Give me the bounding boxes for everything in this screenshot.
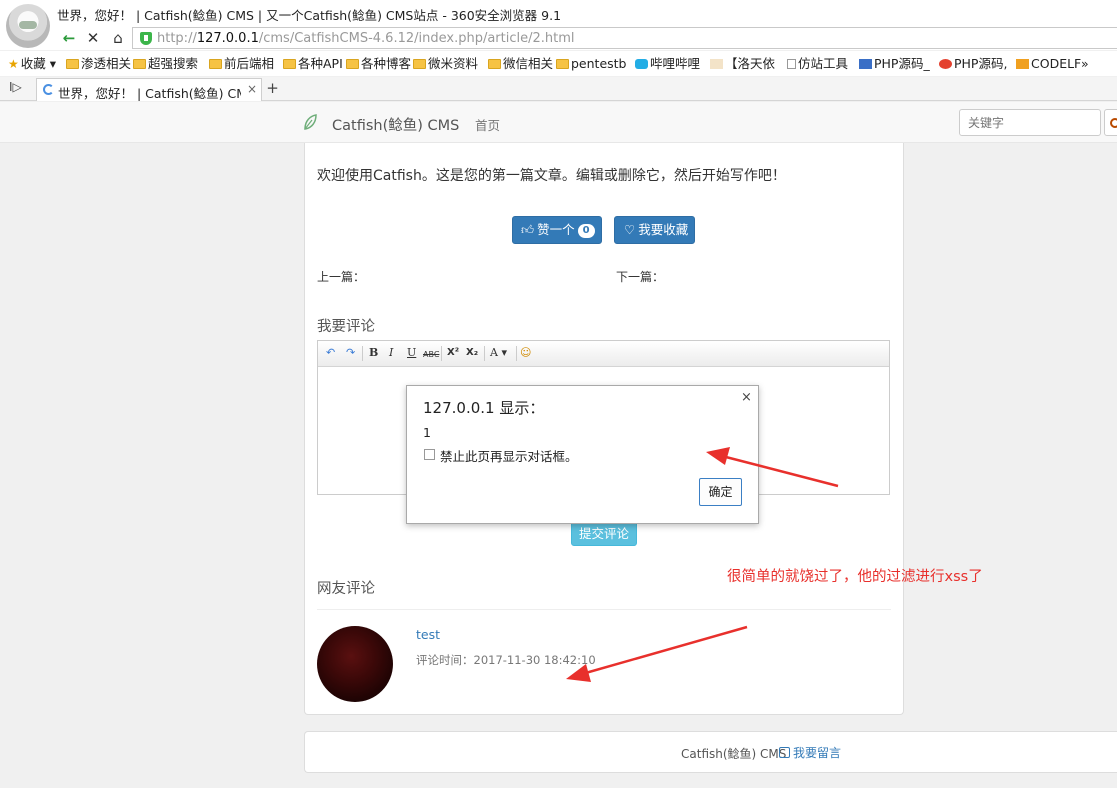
editor-toolbar: ↶ ↷ B I U ABC X² X₂ A ▾ ☺: [318, 341, 889, 367]
tab-active[interactable]: 世界，您好！ | Catfish(鲶鱼) CMS ×: [36, 78, 262, 101]
like-count-badge: 0: [577, 224, 595, 238]
underline-button[interactable]: U: [407, 346, 416, 360]
back-button[interactable]: ←: [58, 28, 80, 48]
strikethrough-button[interactable]: ABC: [423, 348, 439, 362]
nav-home-link[interactable]: 首页: [475, 115, 500, 134]
bookmark-item[interactable]: 各种API: [283, 55, 343, 72]
leave-message-link[interactable]: 我要留言: [779, 744, 841, 761]
font-color-button[interactable]: A ▾: [490, 346, 507, 360]
thumbs-up-icon: 👍︎: [521, 222, 535, 237]
next-article-label: 下一篇：: [616, 270, 665, 284]
bookmark-item[interactable]: PHP源码,: [939, 55, 1007, 72]
window-title: 世界，您好！ | Catfish(鲶鱼) CMS | 又一个Catfish(鲶鱼…: [57, 8, 562, 23]
site-brand-link[interactable]: Catfish(鲶鱼) CMS: [332, 114, 459, 135]
comment-timestamp: 评论时间：2017-11-30 18:42:10: [416, 653, 596, 667]
ok-button[interactable]: 确定: [699, 478, 742, 506]
superscript-button[interactable]: X²: [447, 346, 459, 360]
url-text[interactable]: http://127.0.0.1/cms/CatfishCMS-4.6.12/i…: [157, 31, 575, 46]
shield-icon: [140, 32, 152, 45]
article-body: 欢迎使用Catfish。这是您的第一篇文章。编辑或删除它，然后开始写作吧！: [317, 168, 786, 184]
redo-icon[interactable]: ↷: [346, 346, 355, 360]
italic-button[interactable]: I: [389, 346, 393, 360]
folder-icon: [488, 59, 501, 69]
submit-comment-button[interactable]: 提交评论: [571, 521, 637, 546]
favorite-button[interactable]: ♡ 我要收藏: [614, 216, 695, 244]
alert-message: 1: [423, 425, 431, 440]
folder-icon: [413, 59, 426, 69]
bookmark-item[interactable]: pentestb: [556, 55, 627, 72]
tab-close-button[interactable]: ×: [247, 82, 257, 96]
bookmark-item[interactable]: 渗透相关: [66, 55, 131, 72]
bookmark-item[interactable]: 微米资料: [413, 55, 478, 72]
suppress-dialogs-label[interactable]: 禁止此页再显示对话框。: [440, 446, 578, 465]
divider: [317, 609, 891, 610]
page-icon: [710, 59, 723, 69]
new-tab-button[interactable]: +: [264, 79, 281, 98]
bookmark-item[interactable]: 前后端相: [209, 55, 274, 72]
page-icon: [787, 59, 796, 69]
toolbar-divider: [441, 346, 442, 361]
bookmark-item[interactable]: 超强搜索: [133, 55, 198, 72]
bookmark-item[interactable]: 【洛天依: [710, 55, 775, 72]
close-icon[interactable]: ×: [741, 390, 752, 405]
bold-button[interactable]: B: [369, 346, 378, 360]
codelf-icon: [1016, 59, 1029, 69]
undo-icon[interactable]: ↶: [326, 346, 335, 360]
search-input[interactable]: [959, 109, 1101, 136]
heart-icon: ♡: [624, 222, 636, 237]
folder-icon: [556, 59, 569, 69]
leaf-icon: [304, 114, 317, 130]
folder-icon: [66, 59, 79, 69]
search-button[interactable]: [1104, 109, 1117, 136]
bookmark-item[interactable]: PHP源码_: [859, 55, 930, 72]
site-navbar: Catfish(鲶鱼) CMS 首页: [0, 102, 1117, 143]
toolbar-divider: [484, 346, 485, 361]
edit-icon: [779, 747, 790, 758]
like-button[interactable]: 👍︎ 赞一个 0: [512, 216, 602, 244]
avatar: [317, 626, 393, 702]
browser-user-avatar[interactable]: [6, 4, 50, 48]
stop-button[interactable]: ✕: [82, 28, 104, 48]
bookmark-item[interactable]: 仿站工具: [787, 55, 848, 72]
url-input[interactable]: http://127.0.0.1/cms/CatfishCMS-4.6.12/i…: [132, 27, 1117, 49]
tab-title: 世界，您好！ | Catfish(鲶鱼) CMS: [58, 86, 241, 101]
home-button[interactable]: ⌂: [107, 28, 129, 48]
folder-icon: [209, 59, 222, 69]
tab-strip: I▷ 世界，您好！ | Catfish(鲶鱼) CMS × +: [0, 77, 1117, 101]
suppress-dialogs-checkbox[interactable]: [424, 449, 435, 460]
toolbar-divider: [362, 346, 363, 361]
php-icon: [859, 59, 872, 69]
comments-heading: 网友评论: [317, 581, 375, 597]
alert-dialog: 127.0.0.1 显示： × 1 禁止此页再显示对话框。 确定: [406, 385, 759, 524]
address-bar: ← ✕ ⌂ http://127.0.0.1/cms/CatfishCMS-4.…: [0, 26, 1117, 50]
folder-icon: [133, 59, 146, 69]
bookmark-item[interactable]: 各种博客: [346, 55, 411, 72]
folder-icon: [346, 59, 359, 69]
php-icon: [939, 59, 952, 69]
folder-icon: [283, 59, 296, 69]
bookmarks-bar: ★ 收藏 ▾ 渗透相关 超强搜索 前后端相 各种API 各种博客 微米资料 微信相…: [0, 51, 1117, 76]
toolbar-divider: [516, 346, 517, 361]
footer-brand: Catfish(鲶鱼) CMS: [681, 747, 787, 761]
alert-title: 127.0.0.1 显示：: [423, 399, 545, 417]
bookmark-item[interactable]: 微信相关: [488, 55, 553, 72]
commenter-name-link[interactable]: test: [416, 627, 440, 642]
prev-article-label: 上一篇：: [317, 270, 366, 284]
window-titlebar: 世界，您好！ | Catfish(鲶鱼) CMS | 又一个Catfish(鲶鱼…: [0, 0, 1117, 26]
bookmark-item[interactable]: CODELF: [1016, 55, 1081, 72]
loading-spinner-icon: [43, 84, 54, 95]
comment-form-heading: 我要评论: [317, 319, 375, 335]
bilibili-icon: [635, 59, 648, 69]
bookmark-item[interactable]: 哔哩哔哩: [635, 55, 700, 72]
bookmark-favorites[interactable]: ★ 收藏 ▾: [8, 55, 56, 72]
bookmarks-overflow-button[interactable]: »: [1081, 55, 1089, 72]
tab-list-button[interactable]: I▷: [9, 80, 22, 94]
emoji-icon[interactable]: ☺: [520, 346, 531, 360]
star-icon: ★: [8, 57, 19, 71]
annotation-text: 很简单的就饶过了，他的过滤进行xss了: [727, 569, 983, 585]
subscript-button[interactable]: X₂: [466, 346, 478, 360]
